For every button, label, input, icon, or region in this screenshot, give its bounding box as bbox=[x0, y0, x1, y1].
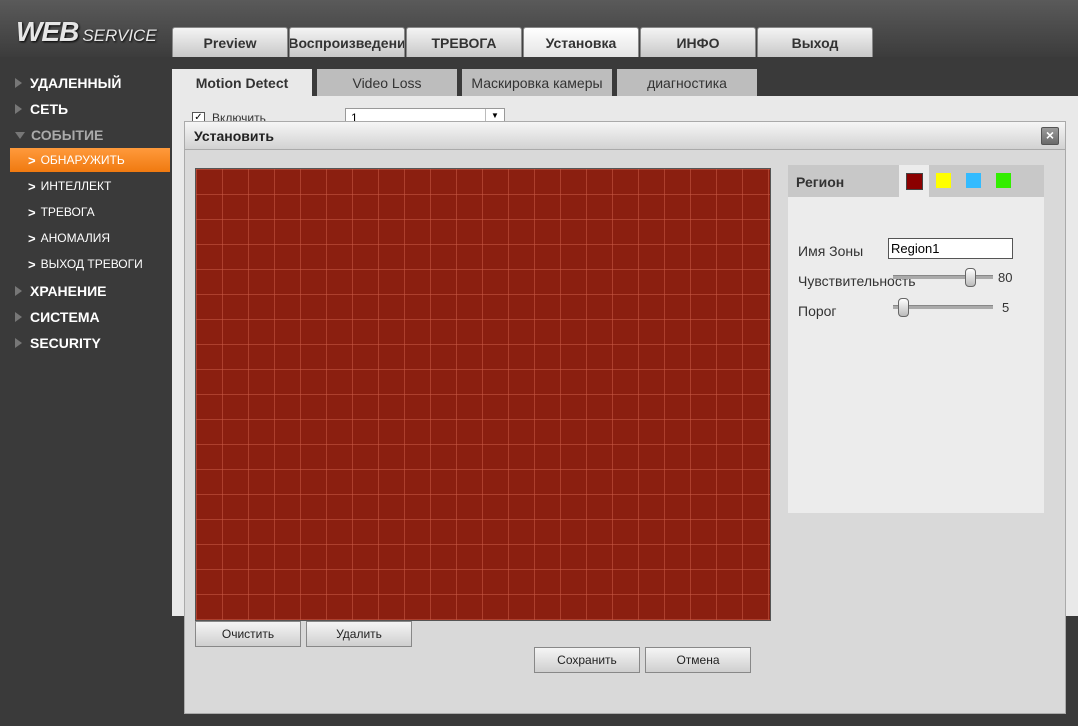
region-title: Регион bbox=[796, 174, 845, 190]
sidebar-item-label: ВЫХОД ТРЕВОГИ bbox=[40, 257, 143, 271]
sidebar-item-storage[interactable]: ХРАНЕНИЕ bbox=[10, 279, 170, 303]
sidebar-item-label: ИНТЕЛЛЕКТ bbox=[40, 179, 112, 193]
chevron-right-icon: > bbox=[28, 152, 36, 168]
sidebar: УДАЛЕННЫЙ СЕТЬ СОБЫТИЕ > ОБНАРУЖИТЬ > ИН… bbox=[0, 57, 172, 726]
zone-name-input[interactable] bbox=[888, 238, 1013, 259]
cancel-button[interactable]: Отмена bbox=[645, 647, 751, 673]
expanded-arrow-icon bbox=[15, 131, 25, 139]
dialog-title: Установить bbox=[194, 128, 274, 144]
sensitivity-slider-thumb[interactable] bbox=[965, 268, 976, 287]
sidebar-item-label: АНОМАЛИЯ bbox=[40, 231, 111, 245]
sidebar-item-label: УДАЛЕННЫЙ bbox=[30, 75, 122, 91]
zone-name-label: Имя Зоны bbox=[798, 243, 864, 259]
tab-logout[interactable]: Выход bbox=[757, 27, 873, 57]
region-color-4[interactable] bbox=[989, 165, 1019, 197]
sidebar-item-label: SECURITY bbox=[30, 335, 101, 351]
logo-service: SERVICE bbox=[82, 26, 157, 45]
tab-camera-masking[interactable]: Маскировка камеры bbox=[462, 69, 612, 96]
clear-button[interactable]: Очистить bbox=[195, 621, 301, 647]
chevron-right-icon: > bbox=[28, 204, 36, 220]
region-color-3[interactable] bbox=[959, 165, 989, 197]
sidebar-item-alarm[interactable]: > ТРЕВОГА bbox=[10, 200, 170, 224]
collapsed-arrow-icon bbox=[15, 338, 22, 348]
tab-playback[interactable]: Воспроизведени bbox=[289, 27, 405, 57]
save-button[interactable]: Сохранить bbox=[534, 647, 640, 673]
region-panel: Регион Имя Зоны Чувствительность 80 Поро… bbox=[788, 165, 1044, 513]
sidebar-item-abnormality[interactable]: > АНОМАЛИЯ bbox=[10, 226, 170, 250]
collapsed-arrow-icon bbox=[15, 104, 22, 114]
collapsed-arrow-icon bbox=[15, 286, 22, 296]
region-swatch bbox=[996, 173, 1011, 188]
delete-button[interactable]: Удалить bbox=[306, 621, 412, 647]
tab-preview[interactable]: Preview bbox=[172, 27, 288, 57]
region-swatch bbox=[966, 173, 981, 188]
region-color-1[interactable] bbox=[899, 165, 929, 197]
region-swatch bbox=[906, 173, 923, 190]
region-header: Регион bbox=[788, 165, 1044, 197]
threshold-slider-thumb[interactable] bbox=[898, 298, 909, 317]
setup-dialog: Установить × Очистить Удалить Сохранить … bbox=[184, 121, 1066, 714]
motion-grid[interactable] bbox=[195, 168, 771, 621]
tab-setup[interactable]: Установка bbox=[523, 27, 639, 57]
tab-alarm[interactable]: ТРЕВОГА bbox=[406, 27, 522, 57]
tab-info[interactable]: ИНФО bbox=[640, 27, 756, 57]
sensitivity-value: 80 bbox=[998, 270, 1013, 285]
sidebar-item-label: СИСТЕМА bbox=[30, 309, 100, 325]
tab-diagnostics[interactable]: диагностика bbox=[617, 69, 757, 96]
sidebar-item-intelligence[interactable]: > ИНТЕЛЛЕКТ bbox=[10, 174, 170, 198]
sidebar-item-alarm-output[interactable]: > ВЫХОД ТРЕВОГИ bbox=[10, 252, 170, 276]
sidebar-item-label: ХРАНЕНИЕ bbox=[30, 283, 107, 299]
sidebar-item-label: СЕТЬ bbox=[30, 101, 69, 117]
sidebar-item-system[interactable]: СИСТЕМА bbox=[10, 305, 170, 329]
dialog-header: Установить × bbox=[185, 122, 1065, 150]
logo: WEB SERVICE bbox=[16, 16, 157, 48]
tab-video-loss[interactable]: Video Loss bbox=[317, 69, 457, 96]
sidebar-item-label: СОБЫТИЕ bbox=[31, 127, 104, 143]
sensitivity-slider-track[interactable] bbox=[893, 275, 993, 279]
threshold-label: Порог bbox=[798, 303, 837, 319]
chevron-right-icon: > bbox=[28, 230, 36, 246]
collapsed-arrow-icon bbox=[15, 312, 22, 322]
threshold-value: 5 bbox=[1002, 300, 1010, 315]
collapsed-arrow-icon bbox=[15, 78, 22, 88]
region-swatch bbox=[936, 173, 951, 188]
sidebar-item-label: ТРЕВОГА bbox=[40, 205, 95, 219]
top-bar: WEB SERVICE Preview Воспроизведени ТРЕВОГ… bbox=[0, 0, 1078, 57]
logo-web: WEB bbox=[16, 16, 79, 47]
sidebar-item-detect[interactable]: > ОБНАРУЖИТЬ bbox=[10, 148, 170, 172]
chevron-right-icon: > bbox=[28, 178, 36, 194]
sidebar-item-security[interactable]: SECURITY bbox=[10, 331, 170, 355]
sidebar-item-label: ОБНАРУЖИТЬ bbox=[40, 153, 125, 167]
tab-motion-detect[interactable]: Motion Detect bbox=[172, 69, 312, 96]
sidebar-item-remote[interactable]: УДАЛЕННЫЙ bbox=[10, 71, 170, 95]
close-icon[interactable]: × bbox=[1041, 127, 1059, 145]
sidebar-item-network[interactable]: СЕТЬ bbox=[10, 97, 170, 121]
sidebar-item-event[interactable]: СОБЫТИЕ bbox=[10, 123, 170, 147]
region-color-2[interactable] bbox=[929, 165, 959, 197]
chevron-right-icon: > bbox=[28, 256, 36, 272]
